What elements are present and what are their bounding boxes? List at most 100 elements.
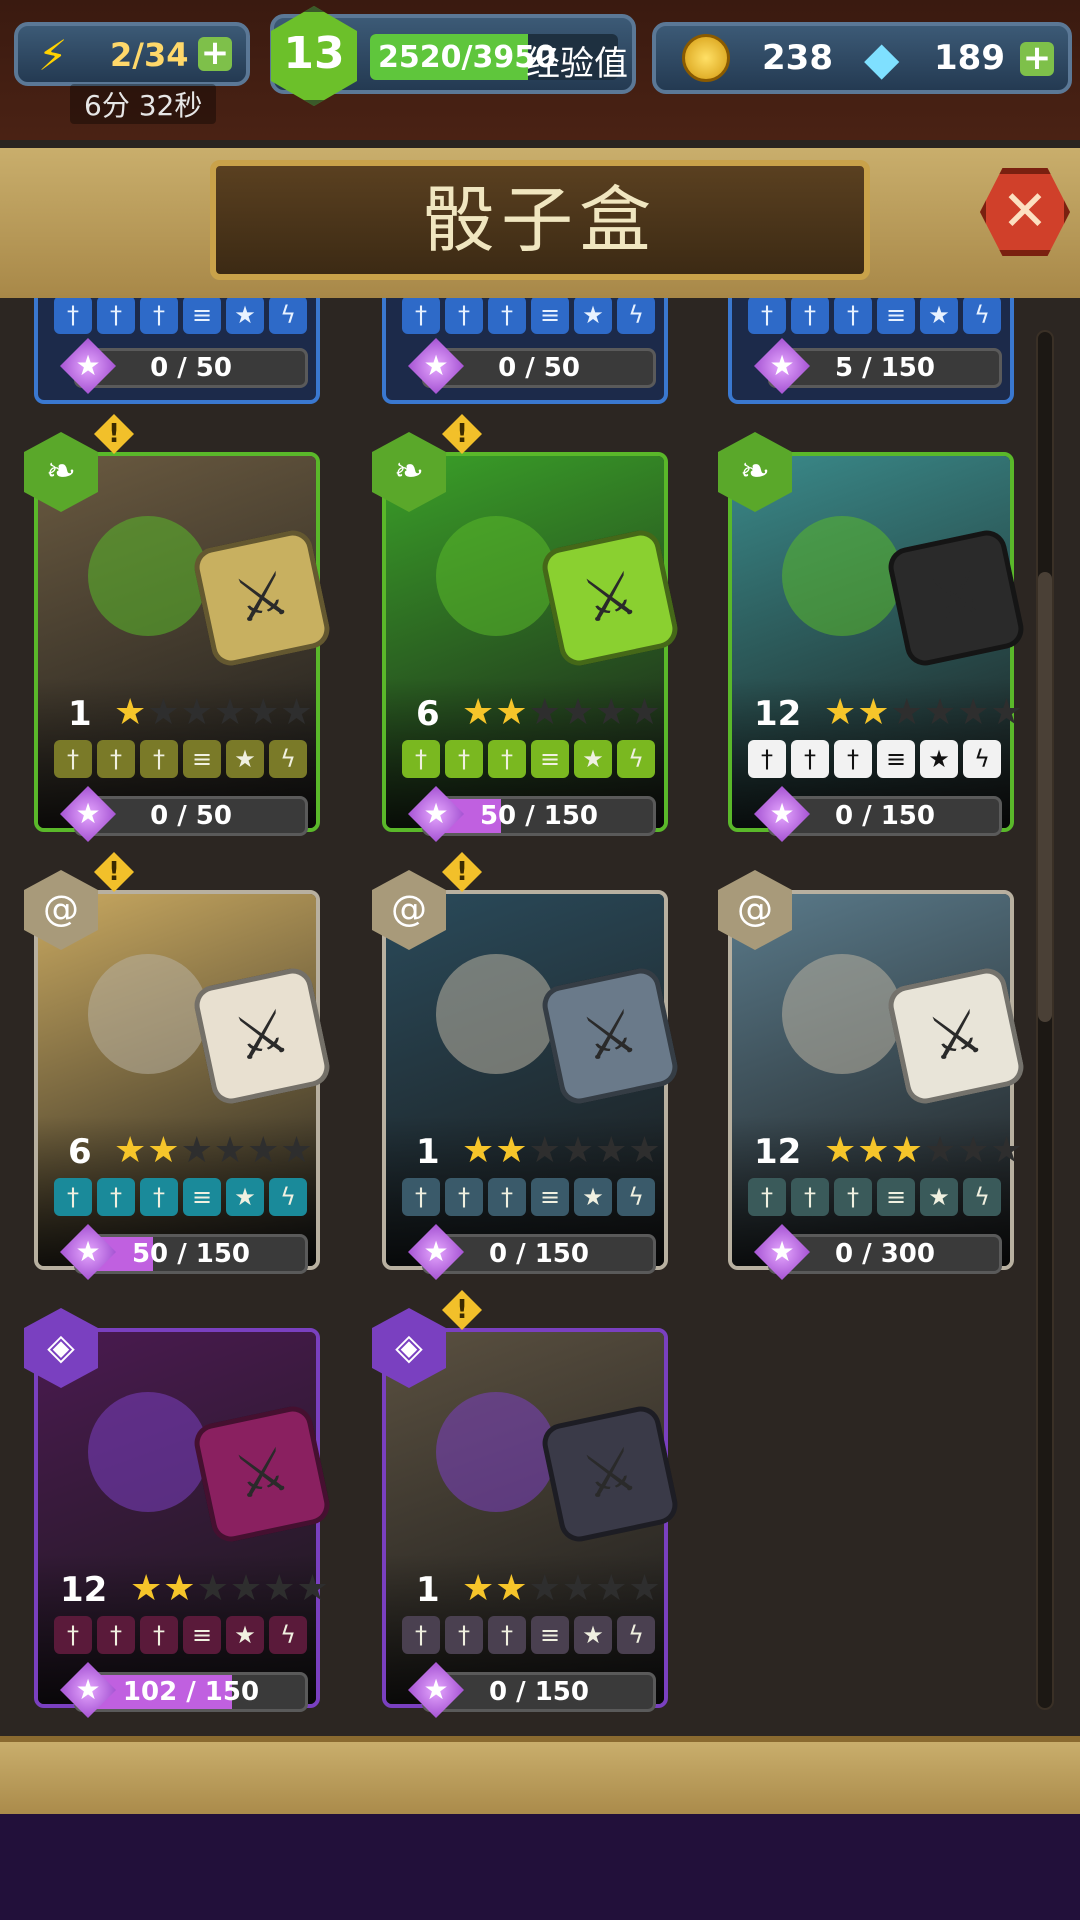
- sword-icon: †: [791, 1178, 829, 1216]
- star-icon: ★: [495, 1130, 529, 1171]
- sword-icon: †: [97, 1616, 135, 1654]
- sword-icon: †: [445, 1616, 483, 1654]
- star-icon: ★: [462, 1568, 496, 1609]
- shield-icon: ≡: [183, 1178, 221, 1216]
- star-icon: ★: [990, 692, 1024, 733]
- diamond-icon: ◆: [864, 31, 900, 85]
- sword-icon: †: [54, 1178, 92, 1216]
- star-icon: ★: [990, 1130, 1024, 1171]
- star-icon: ★: [824, 1130, 858, 1171]
- star-icon: ★: [462, 692, 496, 733]
- star-icon: ★: [226, 298, 264, 334]
- sword-icon: †: [748, 298, 786, 334]
- star-rating: ★★★★★★: [824, 692, 1024, 733]
- star-icon: ★: [147, 692, 181, 733]
- bottom-area: [0, 1814, 1080, 1920]
- star-icon: ★: [923, 692, 958, 733]
- star-icon: ★: [147, 1130, 181, 1171]
- xp-label: 经验值: [526, 44, 628, 84]
- sword-icon: †: [140, 298, 178, 334]
- gem-count: 189: [934, 38, 1005, 78]
- dice-card-knight[interactable]: ⚔ @! 1 ★★★★★★ † † † ≡ ★ ϟ 0 / 150 ★: [372, 852, 682, 1280]
- coin-icon: [682, 34, 730, 82]
- sword-icon: †: [791, 740, 829, 778]
- dice-card-slime[interactable]: ⚔ ❧! 6 ★★★★★★ † † † ≡ ★ ϟ 50 / 150 ★: [372, 414, 682, 842]
- star-icon: ★: [574, 298, 612, 334]
- star-icon: ★: [528, 692, 562, 733]
- shield-icon: ≡: [531, 1616, 569, 1654]
- star-icon: ★: [114, 692, 148, 733]
- warning-icon: !: [442, 852, 482, 892]
- dice-faces: † † † ≡ ★ ϟ: [402, 1616, 655, 1654]
- dice-card-dwarf[interactable]: ⚔ ❧! 1 ★★★★★★ † † † ≡ ★ ϟ 0 / 50 ★: [24, 414, 334, 842]
- star-icon: ★: [226, 740, 264, 778]
- dice-faces: † † † ≡ ★ ϟ: [402, 1178, 655, 1216]
- page-title: 骰子盒: [422, 178, 657, 262]
- add-currency-button[interactable]: +: [1020, 41, 1054, 76]
- lightning-icon: ϟ: [269, 1616, 307, 1654]
- star-rating: ★★★★★★: [114, 692, 314, 733]
- star-icon: ★: [495, 692, 529, 733]
- star-icon: ★: [923, 1130, 958, 1171]
- dice-card-eyeball[interactable]: ⚔ ◈ 12 ★★★★★★ † † † ≡ ★ ϟ 102 / 150 ★: [24, 1308, 334, 1718]
- dice-card-partial[interactable]: † † † ≡ ★ ϟ 5 / 150 ★: [728, 298, 1014, 404]
- star-rating: ★★★★★★: [114, 1130, 314, 1171]
- sword-icon: †: [402, 1616, 440, 1654]
- card-level: 6: [68, 1132, 92, 1172]
- warning-icon: !: [442, 414, 482, 454]
- star-icon: ★: [857, 692, 891, 733]
- card-level: 12: [754, 1132, 802, 1172]
- lightning-icon: ϟ: [269, 740, 307, 778]
- dice-faces: † † † ≡ ★ ϟ: [54, 1178, 307, 1216]
- die-icon: ⚔: [538, 1402, 682, 1546]
- dice-faces: † † † ≡ ★ ϟ: [402, 740, 655, 778]
- star-rating: ★★★★★★: [462, 692, 662, 733]
- star-icon: ★: [263, 1568, 297, 1609]
- sword-icon: †: [97, 740, 135, 778]
- star-icon: ★: [890, 1130, 924, 1171]
- shield-icon: ≡: [183, 740, 221, 778]
- top-hud: ⚡ 2/34 + 6分 32秒 2520/3950 经验值 13 238 ◆ 1…: [0, 0, 1080, 140]
- lightning-icon: ϟ: [617, 298, 655, 334]
- lightning-icon: ϟ: [963, 298, 1001, 334]
- dice-card-panda[interactable]: ⚔ ❧ 12 ★★★★★★ † † † ≡ ★ ϟ 0 / 150 ★: [718, 432, 1028, 842]
- dice-faces: † † † ≡ ★ ϟ: [748, 740, 1001, 778]
- card-level: 12: [60, 1570, 108, 1610]
- sword-icon: †: [97, 298, 135, 334]
- dice-card-wizard[interactable]: ⚔ @12 ★★★★★★ † † † ≡ ★ ϟ 0 / 300 ★: [718, 870, 1028, 1280]
- dice-grid[interactable]: † † † ≡ ★ ϟ 0 / 50 ★ † † † ≡ ★ ϟ 0 / 50 ★ † † † ≡ ★ ϟ 5 / 150 ★…: [0, 298, 1080, 1736]
- lightning-icon: ϟ: [617, 1616, 655, 1654]
- star-icon: ★: [226, 1616, 264, 1654]
- character-portrait: [436, 1392, 556, 1512]
- star-icon: ★: [628, 1130, 662, 1171]
- dice-faces: † † † ≡ ★ ϟ: [54, 740, 307, 778]
- star-icon: ★: [229, 1568, 264, 1609]
- character-portrait: [88, 1392, 208, 1512]
- shield-icon: ≡: [531, 1178, 569, 1216]
- die-icon: ⚔: [884, 526, 1028, 670]
- sword-icon: †: [748, 1178, 786, 1216]
- sword-icon: †: [488, 298, 526, 334]
- die-icon: ⚔: [190, 964, 334, 1108]
- energy-timer: 6分 32秒: [70, 84, 217, 124]
- dice-card-partial[interactable]: † † † ≡ ★ ϟ 0 / 50 ★: [34, 298, 320, 404]
- sword-icon: †: [140, 1178, 178, 1216]
- lightning-icon: ⚡: [38, 31, 68, 80]
- star-icon: ★: [574, 740, 612, 778]
- star-icon: ★: [920, 740, 958, 778]
- sword-icon: †: [445, 298, 483, 334]
- star-icon: ★: [595, 1568, 629, 1609]
- character-portrait: [88, 516, 208, 636]
- add-energy-button[interactable]: +: [198, 36, 232, 71]
- lightning-icon: ϟ: [963, 1178, 1001, 1216]
- star-rating: ★★★★★★: [462, 1568, 662, 1609]
- star-rating: ★★★★★★: [824, 1130, 1024, 1171]
- dice-card-griffin[interactable]: ⚔ @! 6 ★★★★★★ † † † ≡ ★ ϟ 50 / 150 ★: [24, 852, 334, 1280]
- star-icon: ★: [213, 1130, 248, 1171]
- star-icon: ★: [280, 692, 314, 733]
- sword-icon: †: [834, 1178, 872, 1216]
- dice-card-partial[interactable]: † † † ≡ ★ ϟ 0 / 50 ★: [382, 298, 668, 404]
- scrollbar-thumb[interactable]: [1038, 572, 1052, 1022]
- dice-faces: † † † ≡ ★ ϟ: [748, 298, 1001, 334]
- dice-card-turtle[interactable]: ⚔ ◈! 1 ★★★★★★ † † † ≡ ★ ϟ 0 / 150 ★: [372, 1290, 682, 1718]
